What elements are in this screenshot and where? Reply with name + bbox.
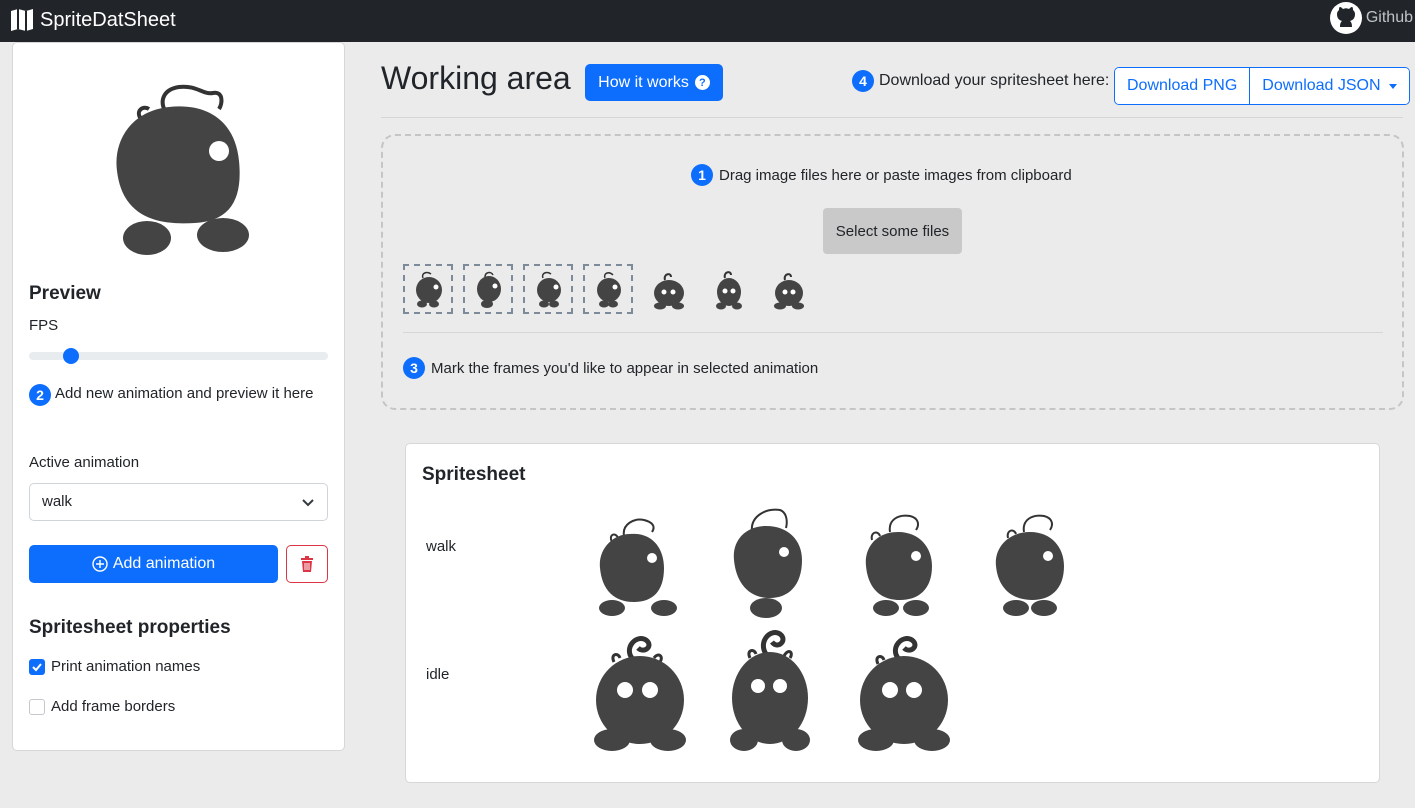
sidebar-card: Preview FPS 2 Add new animation and previ… [12,42,345,751]
select-files-label: Select some files [835,222,950,240]
dropzone[interactable]: 1 Drag image files here or paste images … [381,134,1404,410]
spritesheet-title: Spritesheet [422,464,526,485]
how-it-works-label: How it works [598,73,689,91]
question-icon: ? [694,75,710,90]
spritesheet-walk-frame [865,514,932,616]
sprite-idle-image [654,273,684,310]
download-png-label: Download PNG [1127,77,1238,94]
page-title: Working area [381,60,571,96]
brand[interactable]: SpriteDatSheet [10,8,176,32]
chevron-down-icon [302,499,314,507]
active-animation-value: walk [42,493,73,510]
step2-text: Add new animation and preview it here [55,385,314,402]
frame-thumbnail[interactable] [403,264,453,314]
spritesheet-walk-frame [733,508,802,618]
download-button-group: Download PNG Download JSON [1114,67,1410,105]
trash-icon [301,556,313,572]
fps-label: FPS [29,317,59,334]
preview-animation-canvas [116,84,249,255]
download-png-button[interactable]: Download PNG [1115,68,1250,104]
github-icon [1329,2,1362,34]
github-label: Github [1365,9,1413,26]
download-instruction: 4 Download your spritesheet here: [852,70,1109,92]
caret-down-icon [1388,83,1397,89]
brand-name: SpriteDatSheet [40,8,176,31]
spritesheet-card: Spritesheet walk idle [405,443,1380,783]
spritesheet-idle-frame [594,636,686,751]
sprite-idle-image [774,273,804,310]
print-names-label: Print animation names [51,658,201,675]
row-label-idle: idle [426,666,450,683]
sprite-walk-image [537,271,561,308]
dropzone-divider [403,332,1383,333]
header-divider [381,117,1403,118]
step1-badge: 1 [691,164,713,186]
plus-circle-icon [92,556,108,572]
add-animation-button[interactable]: Add animation [29,545,278,583]
how-it-works-button[interactable]: How it works ? [585,64,723,101]
frame-thumbnail[interactable] [705,266,755,316]
step3-text: Mark the frames you'd like to appear in … [431,359,819,377]
preview-title: Preview [29,283,101,304]
download-json-button[interactable]: Download JSON [1249,68,1409,104]
step1-text: Drag image files here or paste images fr… [719,166,1072,184]
step2-instruction: 2 Add new animation and preview it here [29,381,319,407]
frame-borders-label: Add frame borders [51,698,176,715]
navbar: SpriteDatSheet Github [0,0,1415,42]
print-names-checkbox[interactable] [29,658,45,675]
print-names-option[interactable]: Print animation names [29,658,200,675]
frame-borders-checkbox[interactable] [29,698,45,715]
frame-borders-option[interactable]: Add frame borders [29,698,175,715]
frame-thumbnail[interactable] [583,264,633,314]
step3-instruction: 3 Mark the frames you'd like to appear i… [403,357,818,379]
spritesheet-walk-frame [995,514,1064,616]
step1-instruction: 1 Drag image files here or paste images … [691,164,1072,186]
sprite-walk-image [416,271,442,308]
frame-thumbnail[interactable] [645,266,695,316]
sprite-walk-image [477,271,501,308]
delete-animation-button[interactable] [286,545,328,583]
spritesheet-idle-frame [730,630,810,751]
step3-badge: 3 [403,357,425,379]
select-files-button[interactable]: Select some files [823,208,962,254]
fps-slider-thumb[interactable] [63,348,79,364]
frame-thumbnail[interactable] [765,266,815,316]
frame-thumbnail[interactable] [463,264,513,314]
map-icon [11,9,33,31]
active-animation-select[interactable]: walk [29,483,328,521]
step2-badge: 2 [29,384,51,406]
row-label-walk: walk [426,538,457,555]
fps-slider[interactable] [29,348,328,364]
active-animation-label: Active animation [29,454,140,471]
spritesheet-idle-frame [858,636,950,751]
spritesheet-properties-title: Spritesheet properties [29,617,231,638]
github-link[interactable]: Github [1329,2,1413,34]
add-animation-label: Add animation [112,555,216,572]
spritesheet-walk-frame [599,518,677,616]
sprite-walk-image [597,272,621,308]
checkmark-icon [32,662,42,671]
download-json-label: Download JSON [1262,77,1381,94]
frame-thumbnail[interactable] [523,264,573,314]
sprite-idle-image [716,271,742,310]
download-text: Download your spritesheet here: [879,72,1110,89]
step4-badge: 4 [852,70,874,92]
